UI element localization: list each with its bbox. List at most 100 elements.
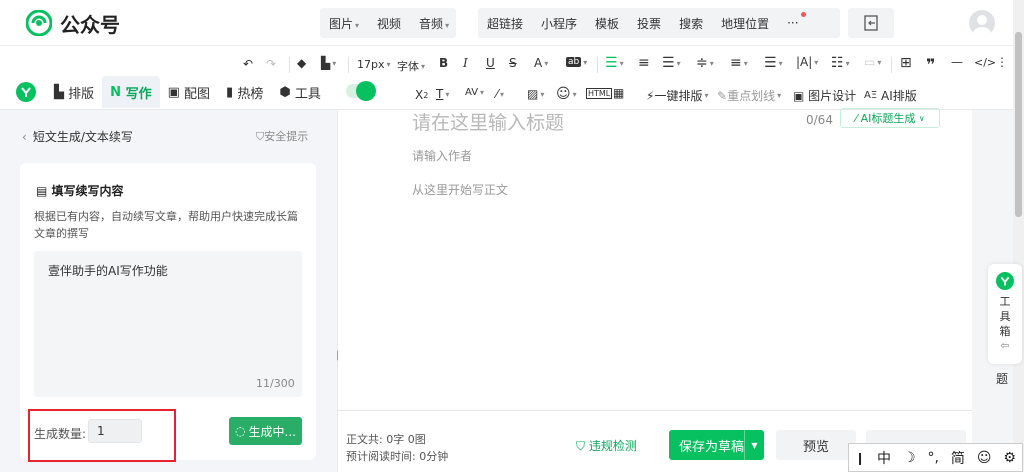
more-tools-icon[interactable]: ⋮	[996, 55, 1008, 69]
nav-video[interactable]: 视频	[368, 15, 410, 32]
underline-icon[interactable]: U	[486, 56, 495, 70]
column-icon[interactable]: ▭ ▾	[864, 55, 881, 69]
tab-layout-label: 排版	[68, 86, 95, 102]
ai-layout-label: AI排版	[881, 89, 917, 103]
textarea-content[interactable]: 壹伴助手的AI写作功能	[48, 262, 168, 279]
gear-icon[interactable]: ⚙	[1003, 450, 1016, 466]
tab-writing[interactable]: N 写作	[102, 76, 160, 108]
line-height-icon[interactable]: ≑ ▾	[696, 55, 714, 71]
topic-tab[interactable]: 题	[996, 370, 1008, 387]
html-icon[interactable]: HTML	[586, 88, 613, 99]
document-icon[interactable]	[848, 8, 894, 38]
paragraph-spacing-icon[interactable]: ≡ ▾	[730, 55, 748, 71]
ime-grip[interactable]: ❙	[855, 451, 865, 465]
more-label: ···	[787, 16, 799, 30]
breadcrumb-parent[interactable]: 短文生成	[33, 130, 81, 144]
toolbar-divider	[348, 57, 349, 73]
wechat-logo-icon	[25, 9, 53, 37]
nav-image[interactable]: 图片 ▾	[320, 15, 368, 32]
code-icon[interactable]: </>	[974, 56, 996, 69]
avatar[interactable]	[969, 10, 995, 36]
strikethrough-icon[interactable]: S	[509, 56, 517, 70]
subscript-icon[interactable]: X2	[415, 88, 428, 102]
safety-tip[interactable]: ⛉安全提示	[256, 128, 308, 144]
toggle-knob[interactable]	[356, 81, 376, 101]
background-color-icon[interactable]: ab ▾	[566, 57, 587, 67]
punctuation-icon[interactable]: °,	[927, 450, 938, 466]
save-draft-label: 保存为草稿	[679, 439, 745, 455]
font-family-value: 字体	[397, 60, 419, 73]
text-style-icon[interactable]: T ▾	[436, 87, 449, 101]
toolbar-divider	[891, 57, 892, 73]
clear-format-icon[interactable]: ▙ ▾	[321, 56, 336, 70]
divider-line-icon[interactable]: —	[951, 55, 963, 69]
breadcrumb: ‹ 短文生成/文本续写	[22, 128, 133, 145]
letter-spacing-icon[interactable]: |A| ▾	[796, 55, 818, 69]
kerning-icon[interactable]: AV ▾	[465, 87, 484, 98]
reading-time: 预计阅读时间: 0分钟	[346, 450, 449, 463]
tab-layout[interactable]: ▙ 排版	[46, 76, 102, 108]
justify-icon[interactable]: ☰ ▾	[764, 55, 783, 71]
author-input[interactable]: 请输入作者	[412, 147, 472, 164]
one-click-layout-label: 一键排版	[654, 89, 703, 103]
indent-icon[interactable]: ☰ ▾	[662, 55, 681, 71]
moon-icon[interactable]: ☽	[903, 450, 916, 466]
key-line-button[interactable]: ✎ 重点划线 ▾	[717, 87, 781, 104]
quote-icon[interactable]: ❞	[926, 55, 935, 74]
magic-wand-icon[interactable]: ⁄ ▾	[496, 87, 504, 101]
bold-icon[interactable]: B	[439, 56, 448, 70]
tab-trending-label: 热榜	[237, 86, 264, 102]
scrollbar-thumb[interactable]	[1015, 32, 1022, 217]
undo-icon[interactable]: ↶	[243, 57, 253, 71]
tab-trending[interactable]: ▮ 热榜	[218, 76, 271, 108]
back-icon[interactable]: ‹	[22, 130, 27, 144]
emoji-icon[interactable]: ☺	[977, 450, 992, 466]
ai-layout-button[interactable]: AΞ AI排版	[864, 87, 917, 104]
card-description: 根据已有内容，自动续写文章，帮助用户快速完成长篇文章的撰写	[34, 210, 298, 240]
nav-vote[interactable]: 投票	[628, 15, 670, 32]
toolbar-divider	[597, 57, 598, 73]
violation-check-button[interactable]: ⛉ 违规检测	[576, 437, 637, 454]
layout-icon: ▙	[54, 84, 64, 100]
font-size-select[interactable]: 17px ▾	[357, 58, 391, 71]
ime-simplified[interactable]: 简	[951, 448, 965, 468]
shield-check-icon: ⛉	[576, 439, 586, 453]
nav-location[interactable]: 地理位置	[712, 15, 778, 32]
list-icon[interactable]: ☷ ▾	[831, 55, 850, 71]
toolbox-icon[interactable]: ▦	[613, 86, 624, 100]
ime-chinese-mode[interactable]: 中	[877, 448, 891, 468]
save-draft-button[interactable]: 保存为草稿 ▼	[669, 430, 764, 460]
yiban-logo-icon[interactable]	[10, 76, 46, 108]
generate-button[interactable]: ◌ 生成中...	[229, 417, 302, 445]
font-color-icon[interactable]: A ▾	[534, 56, 548, 70]
format-brush-icon[interactable]: ◆	[297, 56, 306, 70]
align-center-icon[interactable]: ≡	[638, 55, 650, 71]
italic-icon[interactable]: I	[463, 56, 468, 70]
table-icon[interactable]: ⊞	[900, 55, 912, 71]
preview-button[interactable]: 预览	[776, 430, 856, 460]
character-counter: 11/300	[256, 377, 295, 390]
bookmark-icon: ▮	[226, 84, 234, 100]
image-insert-icon[interactable]: ▨ ▾	[527, 87, 544, 101]
one-click-layout-button[interactable]: ⚡ 一键排版 ▾	[646, 87, 708, 104]
nav-miniprogram[interactable]: 小程序	[532, 15, 586, 32]
chevron-down-icon[interactable]: ▼	[744, 430, 764, 460]
align-left-icon[interactable]: ☰ ▾	[605, 55, 624, 71]
tab-tools[interactable]: ⬢ 工具	[271, 76, 329, 108]
emoji-icon[interactable]: ☺ ▾	[556, 86, 577, 102]
nav-hyperlink[interactable]: 超链接	[478, 15, 532, 32]
picture-icon: ▣	[793, 88, 805, 103]
title-input[interactable]: 请在这里输入标题	[412, 108, 564, 135]
ai-title-button[interactable]: ⁄ AI标题生成 ∨	[840, 108, 940, 128]
image-design-button[interactable]: ▣ 图片设计	[793, 87, 856, 104]
body-input[interactable]: 从这里开始写正文	[412, 181, 508, 198]
redo-icon[interactable]: ↷	[266, 57, 276, 71]
nav-template[interactable]: 模板	[586, 15, 628, 32]
nav-search[interactable]: 搜索	[670, 15, 712, 32]
nav-audio[interactable]: 音频 ▾	[410, 15, 458, 32]
nav-more[interactable]: ···	[778, 12, 807, 30]
tab-image[interactable]: ▣ 配图	[160, 76, 218, 108]
font-size-value: 17px	[357, 58, 385, 71]
toolbox-panel[interactable]: 工具箱 ⇦	[988, 264, 1022, 364]
font-family-select[interactable]: 字体 ▾	[397, 58, 425, 74]
